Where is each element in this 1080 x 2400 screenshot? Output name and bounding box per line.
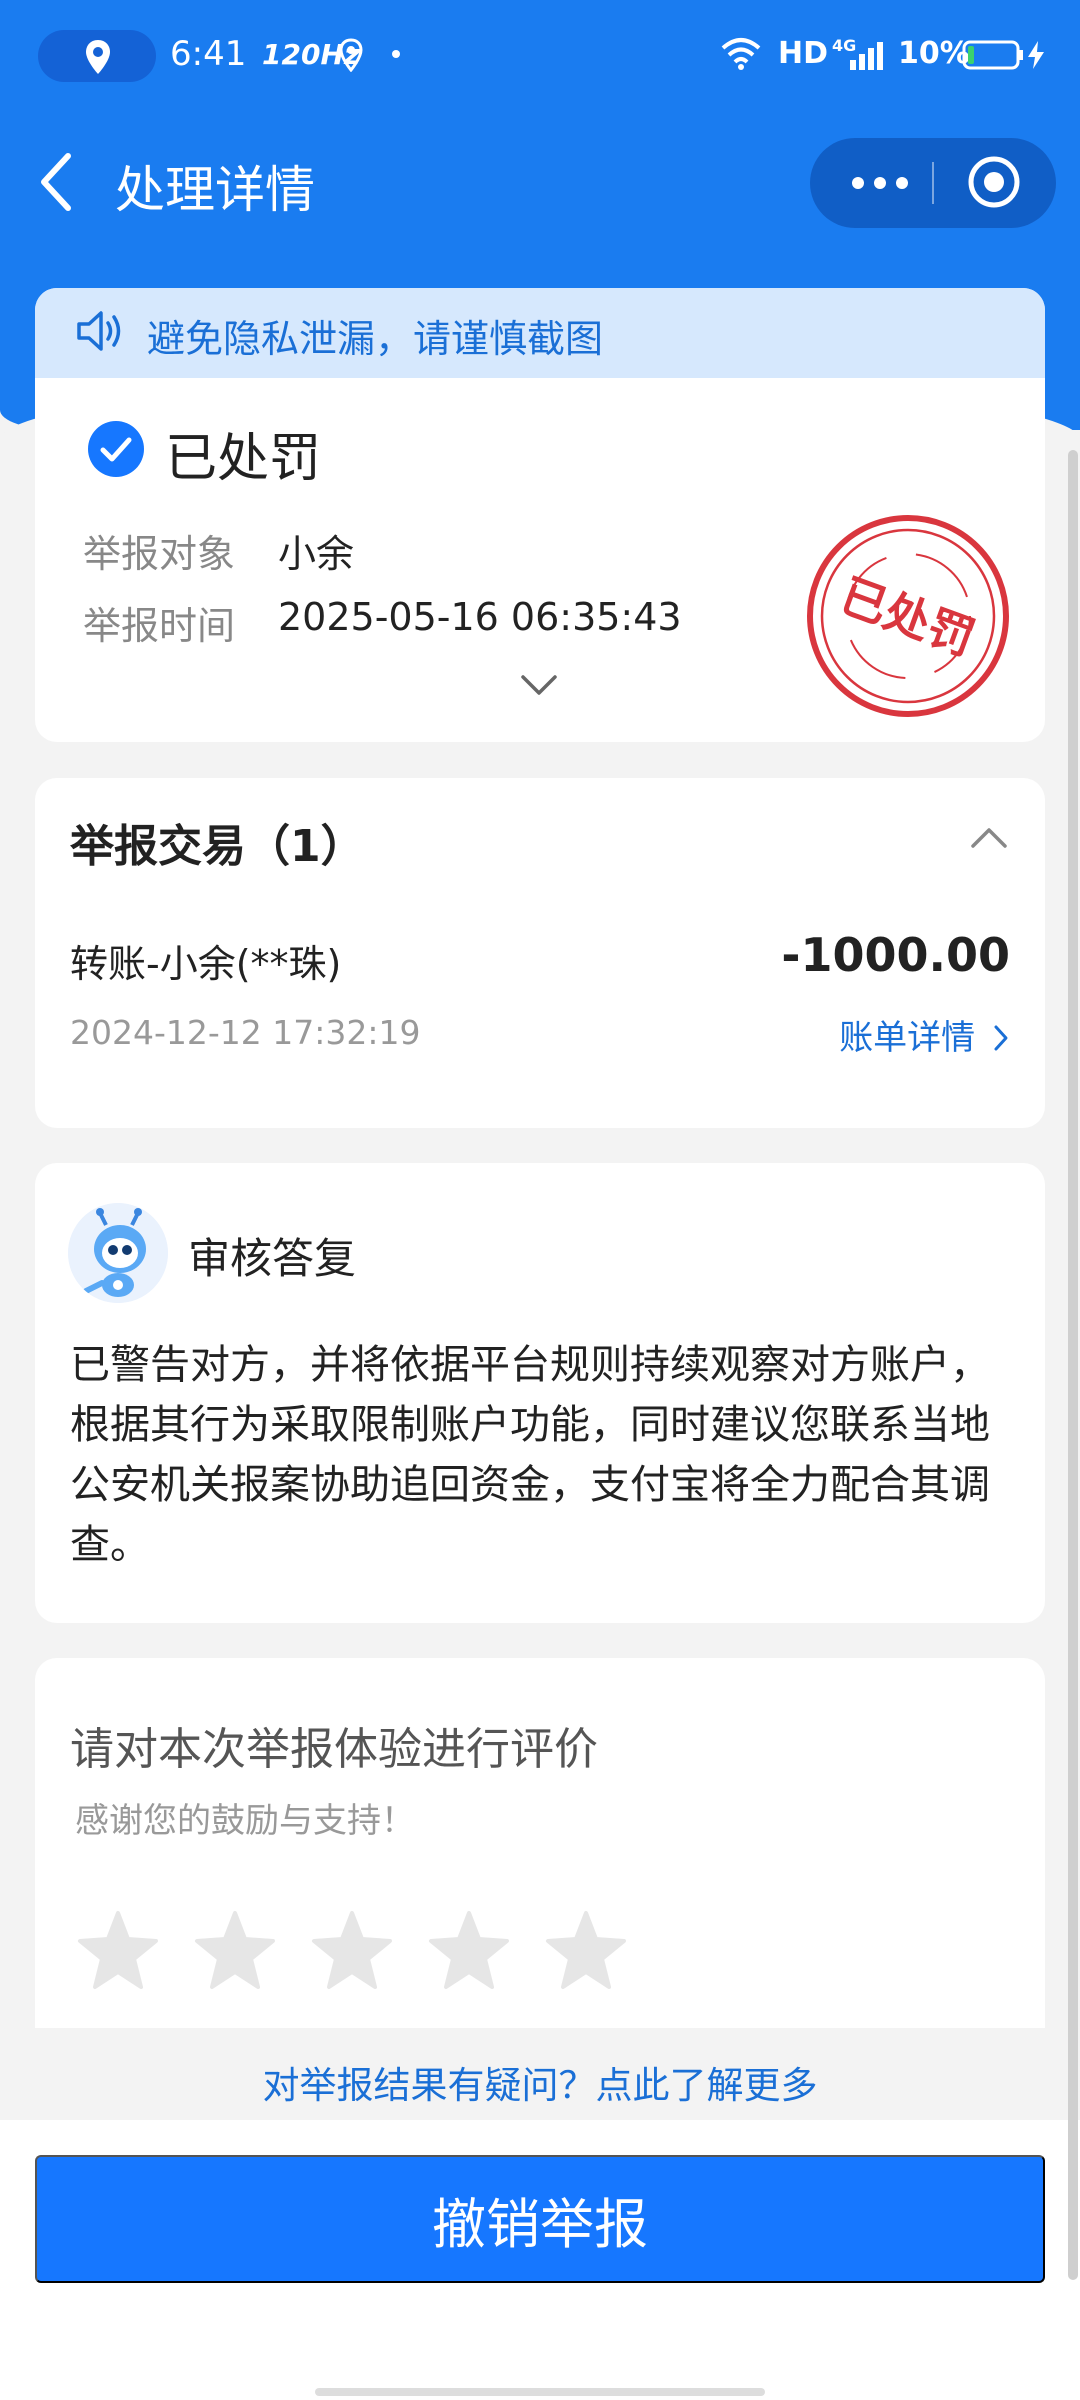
star-icon[interactable] xyxy=(75,1908,161,1994)
report-target-value: 小余 xyxy=(278,532,355,576)
transaction-name: 转账-小余(**珠) xyxy=(70,942,342,986)
rating-title: 请对本次举报体验进行评价 xyxy=(70,1724,598,1775)
back-arrow-icon[interactable] xyxy=(36,150,76,214)
revoke-report-button[interactable]: 撤销举报 xyxy=(35,2155,1045,2283)
more-icon[interactable] xyxy=(848,166,912,200)
reply-body: 已警告对方，并将依据平台规则持续观察对方账户，根据其行为采取限制账户功能，同时建… xyxy=(70,1342,990,1568)
scrollbar[interactable] xyxy=(1068,450,1078,2280)
capsule-divider xyxy=(932,162,934,204)
result-question-link[interactable]: 对举报结果有疑问？点此了解更多 xyxy=(0,2055,1080,2109)
avatar xyxy=(68,1203,168,1303)
signal-icon xyxy=(850,42,883,70)
star-rating xyxy=(75,1908,675,2000)
status-title: 已处罚 xyxy=(165,429,322,489)
battery-percent: 10% xyxy=(898,36,970,71)
location-icon xyxy=(339,38,363,72)
report-time-value: 2025-05-16 06:35:43 xyxy=(278,595,682,639)
transaction-date: 2024-12-12 17:32:19 xyxy=(70,1013,421,1052)
bill-detail-label: 账单详情 xyxy=(839,1018,976,1058)
star-icon[interactable] xyxy=(192,1908,278,1994)
mascot-icon xyxy=(68,1203,168,1303)
star-icon[interactable] xyxy=(543,1908,629,1994)
clock: 6:41 xyxy=(170,34,247,74)
rating-subtitle: 感谢您的鼓励与支持！ xyxy=(75,1801,415,1841)
hd-indicator: HD xyxy=(778,36,829,71)
chevron-up-icon[interactable] xyxy=(970,826,1008,850)
punished-stamp: 已处罚 xyxy=(807,515,1009,717)
speaker-icon xyxy=(77,311,121,351)
rating-card: 请对本次举报体验进行评价 感谢您的鼓励与支持！ xyxy=(35,1658,1045,2028)
charging-icon xyxy=(1028,41,1044,69)
close-mini-program-icon[interactable] xyxy=(966,154,1022,210)
chevron-right-icon xyxy=(994,1025,1008,1051)
star-icon[interactable] xyxy=(426,1908,512,1994)
location-pin-icon xyxy=(86,40,110,74)
notification-dot xyxy=(392,50,400,58)
check-circle-icon xyxy=(88,421,144,477)
bill-detail-link[interactable]: 账单详情 xyxy=(839,1010,1010,1059)
transaction-amount: -1000.00 xyxy=(781,928,1010,982)
wifi-icon xyxy=(721,38,761,70)
battery-icon xyxy=(962,40,1023,70)
status-card: 避免隐私泄漏，请谨慎截图 已处罚 举报对象 小余 举报时间 2025-05-16… xyxy=(35,288,1045,742)
privacy-banner: 避免隐私泄漏，请谨慎截图 xyxy=(35,288,1045,378)
report-target-label: 举报对象 xyxy=(83,532,236,576)
report-time-label: 举报时间 xyxy=(83,604,236,648)
review-reply-card: 审核答复 已警告对方，并将依据平台规则持续观察对方账户，根据其行为采取限制账户功… xyxy=(35,1163,1045,1623)
privacy-warning-text: 避免隐私泄漏，请谨慎截图 xyxy=(147,317,604,361)
page-title: 处理详情 xyxy=(115,161,315,219)
home-indicator[interactable] xyxy=(315,2388,765,2396)
chevron-down-icon[interactable] xyxy=(520,673,558,697)
reply-title: 审核答复 xyxy=(188,1234,357,1283)
transaction-section-title: 举报交易（1） xyxy=(70,821,365,872)
star-icon[interactable] xyxy=(309,1908,395,1994)
status-bar: 6:41 120Hz HD 4G 10% xyxy=(0,0,1080,110)
transaction-card: 举报交易（1） 转账-小余(**珠) -1000.00 2024-12-12 1… xyxy=(35,778,1045,1128)
